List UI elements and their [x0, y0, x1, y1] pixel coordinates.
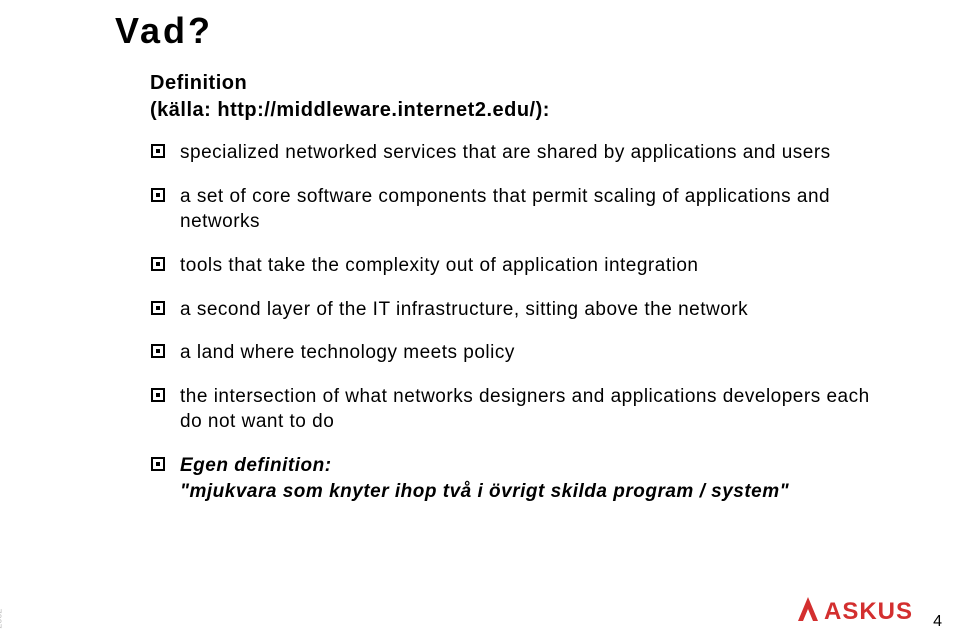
subtitle-line1: Definition [150, 72, 247, 94]
logo-mark-icon [798, 597, 818, 621]
bullet-text: a second layer of the IT infrastructure,… [180, 297, 748, 323]
vertical-footer-text: Askus AB - Om Middleware - 17 april 2002 [0, 545, 4, 629]
list-item: a set of core software components that p… [150, 184, 870, 235]
bullet-text: Egen definition: "mjukvara som knyter ih… [180, 453, 789, 504]
list-item: Egen definition: "mjukvara som knyter ih… [150, 453, 870, 504]
logo: ASKUS [794, 593, 934, 625]
logo-text: ASKUS [824, 598, 913, 625]
bullet-list: specialized networked services that are … [150, 140, 870, 522]
subtitle-line2: (källa: http://middleware.internet2.edu/… [150, 99, 550, 121]
bullet-icon [150, 187, 166, 203]
slide: Vad? Definition (källa: http://middlewar… [0, 0, 960, 643]
page-number: 4 [933, 613, 942, 631]
list-item: a land where technology meets policy [150, 340, 870, 366]
bullet-text: a land where technology meets policy [180, 340, 515, 366]
bullet-icon [150, 456, 166, 472]
bullet-icon [150, 300, 166, 316]
list-item: the intersection of what networks design… [150, 384, 870, 435]
definition-heading: Definition (källa: http://middleware.int… [150, 70, 550, 124]
bullet-icon [150, 343, 166, 359]
bullet-text: a set of core software components that p… [180, 184, 870, 235]
bullet-icon [150, 256, 166, 272]
list-item: specialized networked services that are … [150, 140, 870, 166]
bullet-text: specialized networked services that are … [180, 140, 831, 166]
bullet-text: the intersection of what networks design… [180, 384, 870, 435]
slide-title: Vad? [115, 10, 213, 52]
bullet-icon [150, 387, 166, 403]
bullet-icon [150, 143, 166, 159]
bullet-text: tools that take the complexity out of ap… [180, 253, 698, 279]
list-item: tools that take the complexity out of ap… [150, 253, 870, 279]
list-item: a second layer of the IT infrastructure,… [150, 297, 870, 323]
